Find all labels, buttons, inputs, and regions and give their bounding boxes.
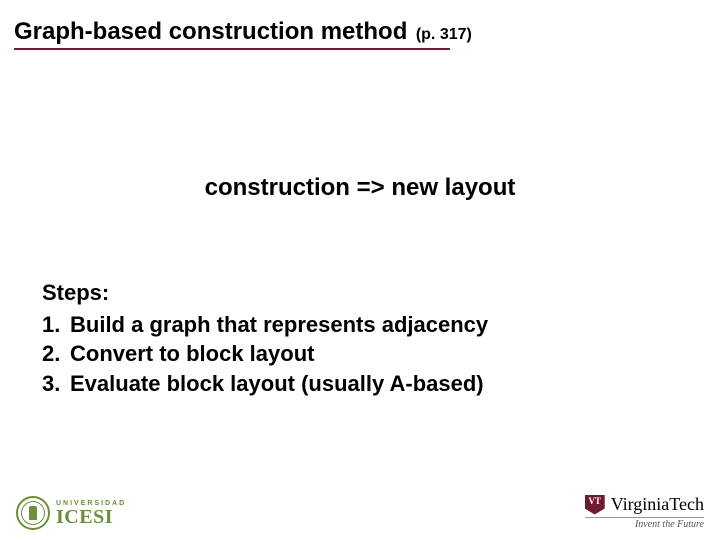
vt-main: VirginiaTech xyxy=(585,494,704,515)
steps-block: Steps: 1. Build a graph that represents … xyxy=(42,278,488,399)
steps-heading: Steps: xyxy=(42,278,488,308)
step-text: Convert to block layout xyxy=(70,339,314,369)
icesi-seal-icon xyxy=(16,496,50,530)
vt-tagline: Invent the Future xyxy=(585,517,704,530)
virginia-tech-logo: VirginiaTech Invent the Future xyxy=(585,494,704,530)
footer: UNIVERSIDAD ICESI VirginiaTech Invent th… xyxy=(0,478,720,540)
list-item: 3. Evaluate block layout (usually A-base… xyxy=(42,369,488,399)
slide-title-row: Graph-based construction method (p. 317) xyxy=(14,18,706,46)
step-text: Evaluate block layout (usually A-based) xyxy=(70,369,484,399)
icesi-text: UNIVERSIDAD ICESI xyxy=(56,500,126,527)
slide: Graph-based construction method (p. 317)… xyxy=(0,0,720,540)
step-number: 1. xyxy=(42,310,70,340)
slide-title: Graph-based construction method xyxy=(14,18,407,45)
icesi-name: ICESI xyxy=(56,507,126,527)
list-item: 2. Convert to block layout xyxy=(42,339,488,369)
list-item: 1. Build a graph that represents adjacen… xyxy=(42,310,488,340)
icesi-logo: UNIVERSIDAD ICESI xyxy=(16,496,126,530)
step-number: 3. xyxy=(42,369,70,399)
title-underline xyxy=(14,48,450,50)
vt-shield-icon xyxy=(585,495,605,515)
step-text: Build a graph that represents adjacency xyxy=(70,310,488,340)
center-statement: construction => new layout xyxy=(0,174,720,202)
step-number: 2. xyxy=(42,339,70,369)
vt-name: VirginiaTech xyxy=(611,494,704,515)
slide-page-ref: (p. 317) xyxy=(416,26,472,43)
